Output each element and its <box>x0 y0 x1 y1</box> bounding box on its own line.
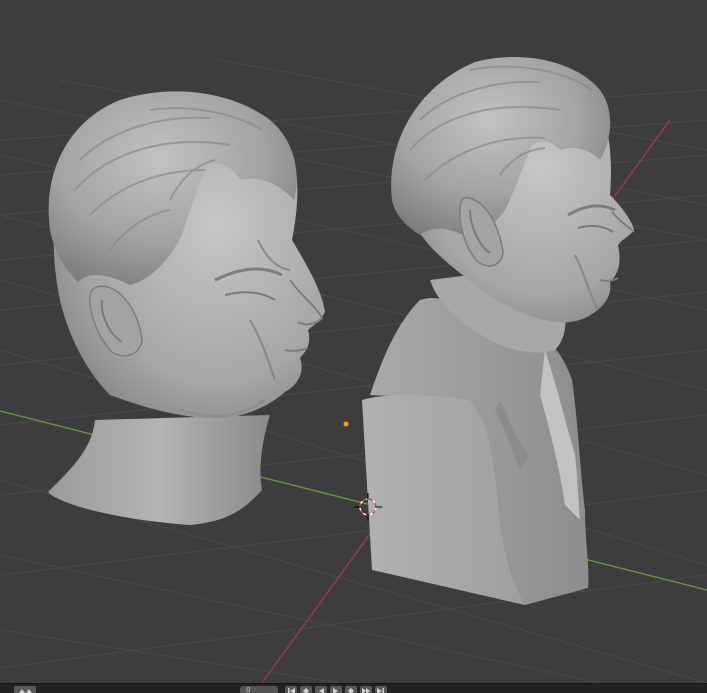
viewport-canvas[interactable] <box>0 0 707 683</box>
current-frame-value: 0 <box>246 686 251 693</box>
next-jump-button[interactable] <box>360 686 372 693</box>
jump-to-start-icon <box>288 688 295 693</box>
play-reverse-button[interactable] <box>315 686 327 693</box>
jump-to-end-icon <box>377 688 384 693</box>
current-frame-field[interactable]: 0 <box>240 686 278 693</box>
next-keyframe-icon <box>348 688 354 693</box>
next-keyframe-button[interactable] <box>345 686 357 693</box>
next-jump-icon <box>362 688 370 693</box>
editor-type-icon <box>19 689 32 693</box>
play-reverse-icon <box>319 688 324 693</box>
play-icon <box>333 688 338 693</box>
editor-type-button[interactable] <box>14 686 36 693</box>
timeline-header: 0 <box>0 683 707 693</box>
object-origin-dot <box>343 421 349 427</box>
jump-to-end-button[interactable] <box>375 686 387 693</box>
blender-window: 0 <box>0 0 707 693</box>
previous-keyframe-icon <box>303 688 309 693</box>
play-button[interactable] <box>330 686 342 693</box>
previous-keyframe-button[interactable] <box>300 686 312 693</box>
jump-to-start-button[interactable] <box>285 686 297 693</box>
3d-viewport[interactable] <box>0 0 707 683</box>
